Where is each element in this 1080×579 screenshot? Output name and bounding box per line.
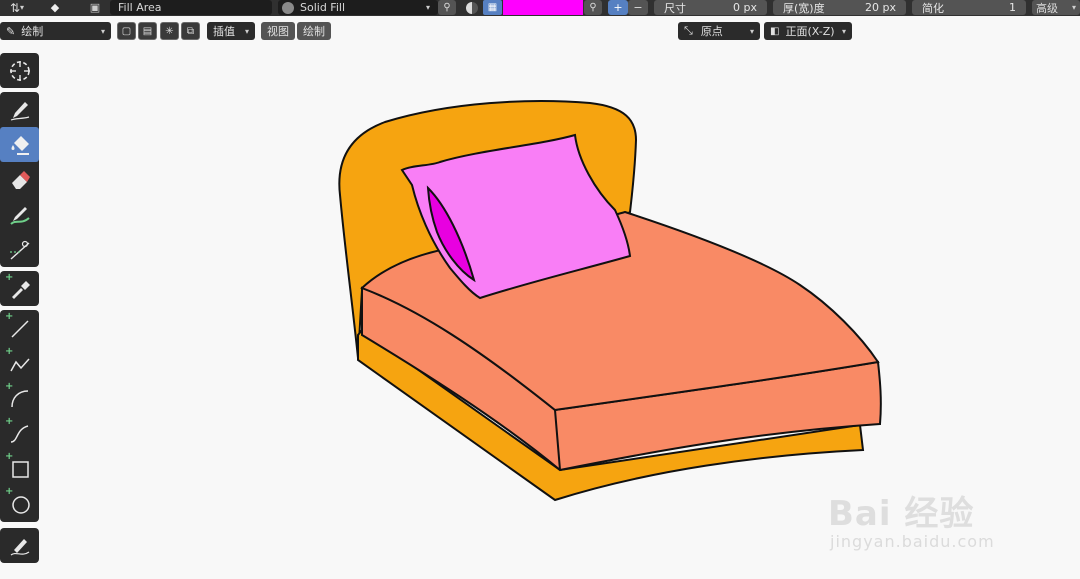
tool-arc[interactable]: + [0, 380, 39, 415]
tool-circle[interactable]: + [0, 485, 39, 520]
simplify-field[interactable]: 简化 1 [912, 0, 1026, 15]
select-strokes-button[interactable]: ▤ [138, 22, 157, 40]
size-label: 尺寸 [664, 1, 686, 15]
viewport-header: ✎ 绘制 ▾ ▢ ▤ ✳ ⧉ 插值 ▾ 视图 绘制 ⤡ 原点 ▾ ◧ 正面(X-… [0, 16, 1080, 44]
pin-icon: ⚲ [443, 2, 451, 13]
tool-curve[interactable]: + [0, 415, 39, 450]
select-segments-button[interactable]: ✳ [160, 22, 179, 40]
size-value: 0 px [733, 1, 757, 14]
crosshair-icon [9, 60, 30, 81]
size-field[interactable]: 尺寸 0 px [654, 0, 767, 15]
toolbar-group-draw [0, 92, 39, 267]
pin-material-button[interactable]: ⚲ [438, 0, 456, 15]
toolbar-group-sample: + [0, 271, 39, 306]
chevron-down-icon: ▾ [100, 26, 105, 36]
pin-color-button[interactable]: ⚲ [584, 0, 602, 15]
chevron-down-icon: ▾ [841, 26, 846, 36]
brush-preview[interactable]: ◆ [44, 0, 66, 15]
tool-eyedropper[interactable]: + [0, 271, 39, 306]
material-selector[interactable]: Solid Fill ▾ [278, 0, 438, 15]
strokes-icon: ▤ [142, 25, 153, 37]
select-points-button[interactable]: ▢ [117, 22, 136, 40]
tool-box[interactable]: + [0, 450, 39, 485]
advanced-dropdown[interactable]: 高级 ▾ [1032, 0, 1080, 15]
thickness-label: 厚(宽)度 [783, 1, 825, 15]
mode-label: 绘制 [21, 25, 44, 38]
front-view-label: 正面(X-Z) [785, 25, 835, 38]
draw-menu[interactable]: 绘制 [297, 22, 331, 40]
fill-bucket-icon [11, 135, 29, 155]
move-icon: ⇅ [9, 0, 21, 15]
interpolate-dropdown[interactable]: 插值 ▾ [207, 22, 255, 40]
chevron-down-icon: ▾ [425, 3, 430, 12]
brush-paint-icon: ▦ [487, 2, 498, 13]
advanced-label: 高级 [1036, 1, 1058, 15]
simplify-value: 1 [1009, 1, 1016, 14]
pencil-icon [10, 101, 29, 121]
brush-browser-button[interactable]: ▣ [84, 0, 106, 15]
vertex-color-toggle[interactable] [462, 0, 482, 15]
multiframe-button[interactable]: ⧉ [181, 22, 200, 40]
plus-icon: + [5, 486, 14, 497]
tool-settings-header: ⇅ ▾ ◆ ▣ Fill Area Solid Fill ▾ ⚲ ▦ ⚲ + −… [0, 0, 1080, 16]
image-icon: ▣ [89, 1, 101, 14]
tool-draw[interactable] [0, 92, 39, 127]
interpolate-label: 插值 [213, 25, 235, 38]
orientation-dropdown[interactable]: ◧ 正面(X-Z) ▾ [764, 22, 852, 40]
multiframe-icon: ⧉ [186, 25, 195, 37]
mode-dropdown[interactable]: ✎ 绘制 ▾ [0, 22, 111, 40]
plus-icon: + [5, 381, 14, 392]
viewport-canvas[interactable]: Bai 经验 jingyan.baidu.com [0, 0, 1080, 579]
plus-icon: + [5, 272, 14, 283]
fill-bucket-icon: ◆ [50, 1, 60, 14]
toolbar-group-annotate [0, 528, 39, 563]
eraser-icon [11, 170, 30, 189]
brush-color-swatch[interactable] [503, 0, 583, 15]
tool-line[interactable]: + [0, 310, 39, 345]
origin-label: 原点 [700, 25, 723, 38]
tool-erase[interactable] [0, 162, 39, 197]
thickness-field[interactable]: 厚(宽)度 20 px [773, 0, 906, 15]
material-sphere-icon [282, 1, 294, 14]
annotate-icon [10, 538, 29, 556]
material-name: Solid Fill [300, 1, 345, 14]
pencil-icon: ✎ [6, 24, 16, 38]
origin-dropdown[interactable]: ⤡ 原点 ▾ [678, 22, 760, 40]
tool-cutter[interactable] [0, 232, 39, 267]
brush-name-field[interactable]: Fill Area [110, 0, 272, 15]
color-mode-active[interactable]: ▦ [483, 0, 502, 15]
baidu-watermark: Bai 经验 jingyan.baidu.com [828, 486, 1028, 556]
toolbar-group-primitives: + + + + + + [0, 310, 39, 522]
tool-annotate[interactable] [0, 528, 39, 563]
plus-icon: + [5, 346, 14, 357]
watermark-url: jingyan.baidu.com [830, 532, 995, 551]
cutter-icon [9, 240, 29, 260]
plus-icon: + [5, 451, 14, 462]
tool-cursor[interactable] [0, 53, 39, 88]
color-mode-icon [466, 1, 478, 14]
points-icon: ▢ [121, 25, 132, 37]
chevron-down-icon: ▾ [1071, 3, 1076, 12]
plus-icon: + [5, 311, 14, 322]
remove-button[interactable]: − [628, 0, 648, 15]
thickness-value: 20 px [865, 1, 896, 14]
tint-brush-icon [9, 206, 30, 225]
toolbar-group-cursor [0, 53, 39, 88]
view-menu[interactable]: 视图 [261, 22, 295, 40]
tool-tint[interactable] [0, 197, 39, 232]
chevron-down-icon: ▾ [749, 26, 754, 36]
simplify-label: 简化 [922, 1, 944, 15]
plane-icon: ◧ [770, 25, 780, 37]
plus-icon: + [5, 416, 14, 427]
pin-icon: ⚲ [589, 2, 597, 13]
watermark-brand: Bai 经验 [828, 494, 975, 534]
tool-fill[interactable] [0, 127, 39, 162]
chevron-down-icon: ▾ [244, 26, 249, 36]
segments-icon: ✳ [165, 25, 174, 37]
tool-dropdown[interactable]: ⇅ ▾ [0, 0, 34, 15]
chevron-down-icon: ▾ [20, 3, 25, 12]
add-button[interactable]: + [608, 0, 628, 15]
axis-icon: ⤡ [684, 24, 693, 37]
tool-polyline[interactable]: + [0, 345, 39, 380]
